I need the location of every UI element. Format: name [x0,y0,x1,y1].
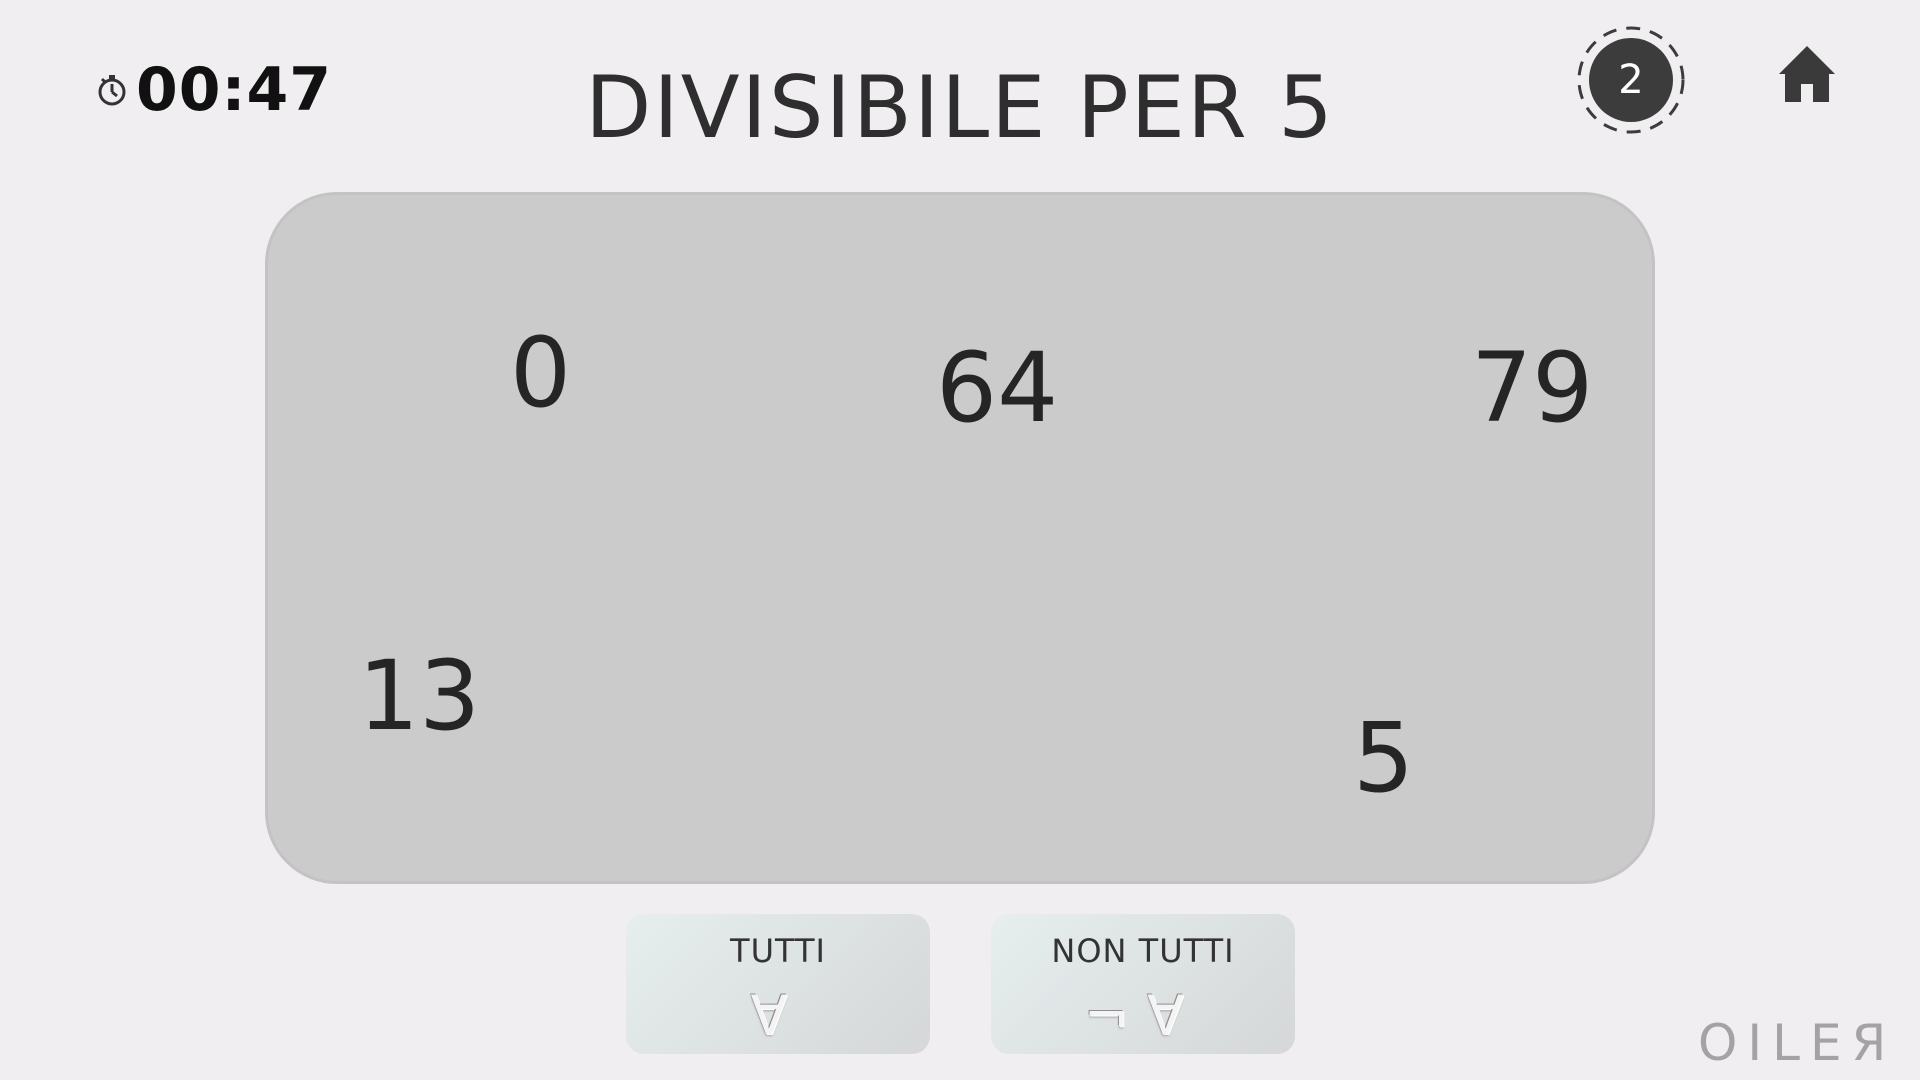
not-all-button-label: NON TUTTI [1051,932,1235,970]
number-tile[interactable]: 13 [358,648,480,744]
number-board: 0 64 79 13 5 [265,192,1655,884]
number-tile[interactable]: 79 [1471,340,1593,436]
number-tile[interactable]: 0 [510,325,571,421]
number-tile[interactable]: 5 [1353,710,1414,806]
all-button[interactable]: TUTTI ∀ [626,914,930,1054]
not-for-all-symbol: ¬∀ [1083,984,1203,1047]
home-button[interactable] [1775,42,1839,106]
all-button-label: TUTTI [730,932,826,970]
brand-logo: OILEЯ [1698,1014,1897,1072]
level-number: 2 [1589,38,1673,122]
number-tile[interactable]: 64 [936,340,1058,436]
home-icon [1779,46,1835,102]
level-badge: 2 [1575,24,1687,136]
not-all-button[interactable]: NON TUTTI ¬∀ [991,914,1295,1054]
for-all-symbol: ∀ [750,984,806,1047]
